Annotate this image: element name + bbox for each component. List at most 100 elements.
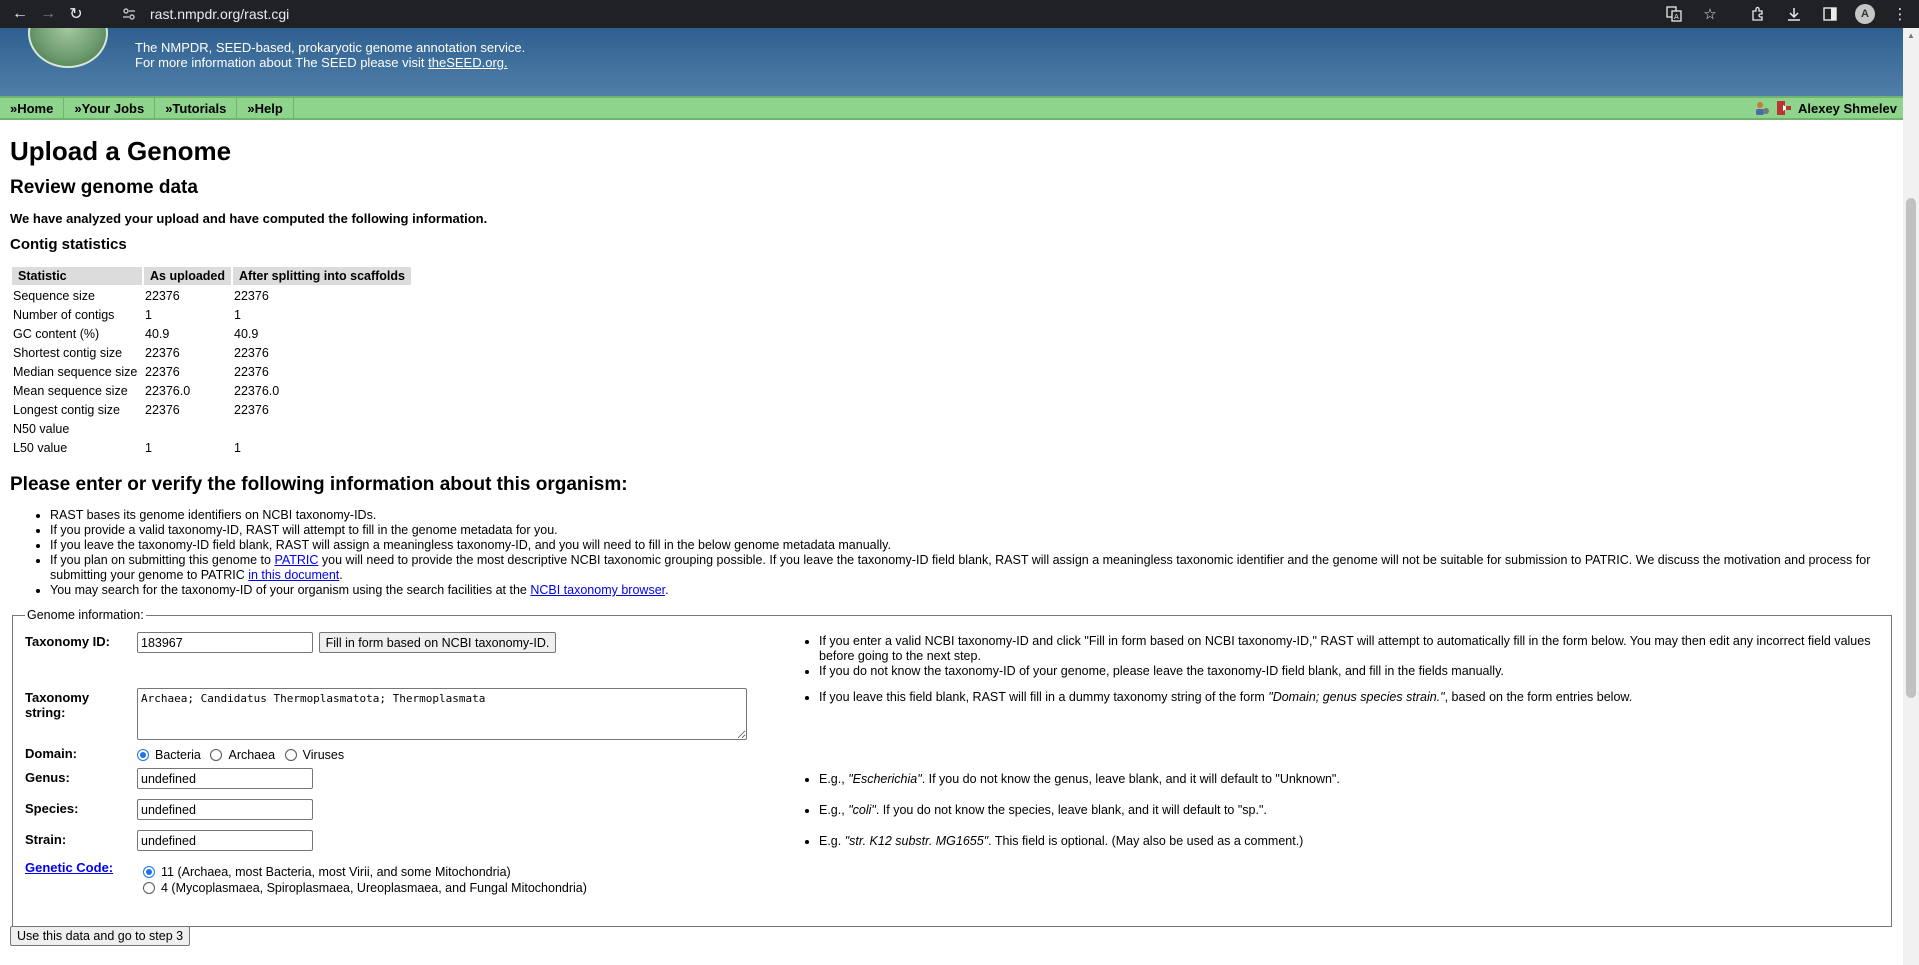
table-cell: 22376 — [145, 364, 180, 379]
table-cell: N50 value — [13, 421, 70, 436]
species-input[interactable] — [137, 799, 313, 820]
domain-radio-group: Bacteria Archaea Viruses — [137, 748, 350, 764]
strain-help: E.g. "str. K12 substr. MG1655". This fie… — [805, 834, 1895, 849]
profile-avatar[interactable]: A — [1855, 4, 1875, 24]
menu-your-jobs[interactable]: »Your Jobs — [64, 98, 156, 118]
page-scrollbar[interactable]: ▲ — [1903, 28, 1919, 965]
help-item: E.g., "coli". If you do not know the spe… — [819, 803, 1895, 818]
user-settings-icon[interactable] — [1754, 100, 1770, 116]
patric-link[interactable]: PATRIC — [274, 553, 318, 567]
menu-help[interactable]: »Help — [237, 98, 294, 118]
taxonomy-string-label: Taxonomy string: — [25, 690, 90, 720]
translate-icon[interactable]: A — [1663, 3, 1685, 25]
taxonomy-id-input[interactable] — [137, 632, 313, 653]
help-item: If you leave this field blank, RAST will… — [819, 690, 1895, 705]
scroll-up-icon[interactable]: ▲ — [1903, 28, 1919, 42]
table-row: Number of contigs 1 1 — [12, 306, 411, 323]
table-row: Longest contig size 22376 22376 — [12, 401, 411, 418]
table-row: N50 value — [12, 420, 411, 437]
browser-menu-icon[interactable]: ⋮ — [1889, 3, 1911, 25]
browser-toolbar: ← → ↻ rast.nmpdr.org/rast.cgi A ☆ A ⋮ — [0, 0, 1919, 28]
back-arrow-icon[interactable]: ← — [6, 0, 34, 28]
table-cell: 22376 — [145, 402, 180, 417]
ncbi-taxonomy-browser-link[interactable]: NCBI taxonomy browser — [530, 583, 665, 597]
header-tagline: The NMPDR, SEED-based, prokaryotic genom… — [135, 40, 526, 55]
domain-radio-bacteria[interactable]: Bacteria — [137, 748, 201, 762]
table-row: GC content (%) 40.9 40.9 — [12, 325, 411, 342]
patric-document-link[interactable]: in this document — [248, 568, 339, 582]
table-cell: Longest contig size — [13, 402, 121, 417]
table-cell: 1 — [145, 440, 152, 455]
table-cell — [233, 420, 411, 437]
radio-icon[interactable] — [284, 749, 297, 761]
forward-arrow-icon[interactable]: → — [34, 0, 62, 28]
table-cell: L50 value — [13, 440, 68, 455]
genus-input[interactable] — [137, 768, 313, 789]
radio-icon[interactable] — [143, 882, 155, 894]
logout-icon[interactable] — [1776, 100, 1792, 116]
intro-text: We have analyzed your upload and have co… — [10, 211, 488, 226]
list-item: RAST bases its genome identifiers on NCB… — [50, 508, 1893, 523]
table-cell: Sequence size — [13, 288, 96, 303]
address-bar[interactable]: rast.nmpdr.org/rast.cgi — [120, 0, 289, 28]
table-cell: 22376 — [234, 364, 269, 379]
table-row: Shortest contig size 22376 22376 — [12, 344, 411, 361]
menu-tutorials[interactable]: »Tutorials — [155, 98, 238, 118]
help-item: E.g. "str. K12 substr. MG1655". This fie… — [819, 834, 1895, 849]
taxonomy-string-help: If you leave this field blank, RAST will… — [805, 690, 1895, 705]
menu-home[interactable]: »Home — [0, 98, 65, 118]
species-help: E.g., "coli". If you do not know the spe… — [805, 803, 1895, 818]
table-cell: 1 — [145, 307, 152, 322]
table-cell: 1 — [234, 307, 241, 322]
table-row: Mean sequence size 22376.0 22376.0 — [12, 382, 411, 399]
table-cell: 22376.0 — [145, 383, 191, 398]
page-viewport: The NMPDR, SEED-based, prokaryotic genom… — [0, 28, 1903, 965]
taxonomy-id-help: If you enter a valid NCBI taxonomy-ID an… — [805, 634, 1895, 679]
theseed-link[interactable]: theSEED.org. — [428, 55, 508, 70]
table-row: Median sequence size 22376 22376 — [12, 363, 411, 380]
list-item: If you leave the taxonomy-ID field blank… — [50, 538, 1893, 553]
table-cell: 22376 — [234, 402, 269, 417]
help-item: If you enter a valid NCBI taxonomy-ID an… — [819, 634, 1895, 664]
site-header: The NMPDR, SEED-based, prokaryotic genom… — [0, 28, 1903, 96]
strain-label: Strain: — [25, 832, 67, 847]
url-text[interactable]: rast.nmpdr.org/rast.cgi — [150, 6, 289, 22]
domain-radio-viruses[interactable]: Viruses — [284, 748, 344, 762]
scrollbar-thumb[interactable] — [1906, 198, 1916, 698]
radio-selected-icon[interactable] — [143, 866, 155, 878]
svg-text:A: A — [1674, 13, 1679, 21]
site-settings-icon[interactable] — [120, 5, 138, 23]
strain-input[interactable] — [137, 830, 313, 851]
user-area: Alexey Shmelev — [1754, 98, 1903, 118]
bookmark-star-icon[interactable]: ☆ — [1699, 3, 1721, 25]
table-cell: 22376 — [145, 288, 180, 303]
radio-icon[interactable] — [210, 749, 223, 761]
list-item: You may search for the taxonomy-ID of yo… — [50, 583, 1893, 598]
contig-statistics-title: Contig statistics — [10, 236, 127, 253]
side-panel-icon[interactable] — [1819, 3, 1841, 25]
table-cell: 22376 — [234, 288, 269, 303]
table-cell: Number of contigs — [13, 307, 115, 322]
table-cell: Shortest contig size — [13, 345, 123, 360]
verify-title: Please enter or verify the following inf… — [10, 474, 628, 495]
use-data-go-to-step-3-button[interactable]: Use this data and go to step 3 — [10, 926, 191, 946]
genetic-code-link[interactable]: Genetic Code: — [25, 860, 113, 875]
reload-icon[interactable]: ↻ — [62, 0, 90, 28]
user-name[interactable]: Alexey Shmelev — [1798, 101, 1897, 116]
genus-label: Genus: — [25, 770, 70, 785]
table-cell: 1 — [234, 440, 241, 455]
domain-radio-archaea[interactable]: Archaea — [210, 748, 275, 762]
genetic-code-radio-4[interactable]: 4 (Mycoplasmaea, Spiroplasmaea, Ureoplas… — [143, 878, 587, 898]
radio-selected-icon[interactable] — [137, 749, 149, 761]
help-item: If you do not know the taxonomy-ID of yo… — [819, 664, 1895, 679]
download-icon[interactable] — [1783, 3, 1805, 25]
header-info: For more information about The SEED plea… — [135, 55, 508, 70]
table-row: L50 value 1 1 — [12, 439, 411, 456]
extensions-icon[interactable] — [1747, 3, 1769, 25]
species-label: Species: — [25, 801, 79, 816]
genetic-code-radio-group: 11 (Archaea, most Bacteria, most Virii, … — [143, 862, 593, 898]
taxonomy-string-textarea[interactable]: Archaea; Candidatus Thermoplasmatota; Th… — [137, 688, 747, 740]
contig-stats-table: Statistic As uploaded After splitting in… — [10, 265, 413, 458]
table-row: Sequence size 22376 22376 — [12, 287, 411, 304]
fill-in-form-button[interactable]: Fill in form based on NCBI taxonomy-ID. — [318, 632, 557, 653]
